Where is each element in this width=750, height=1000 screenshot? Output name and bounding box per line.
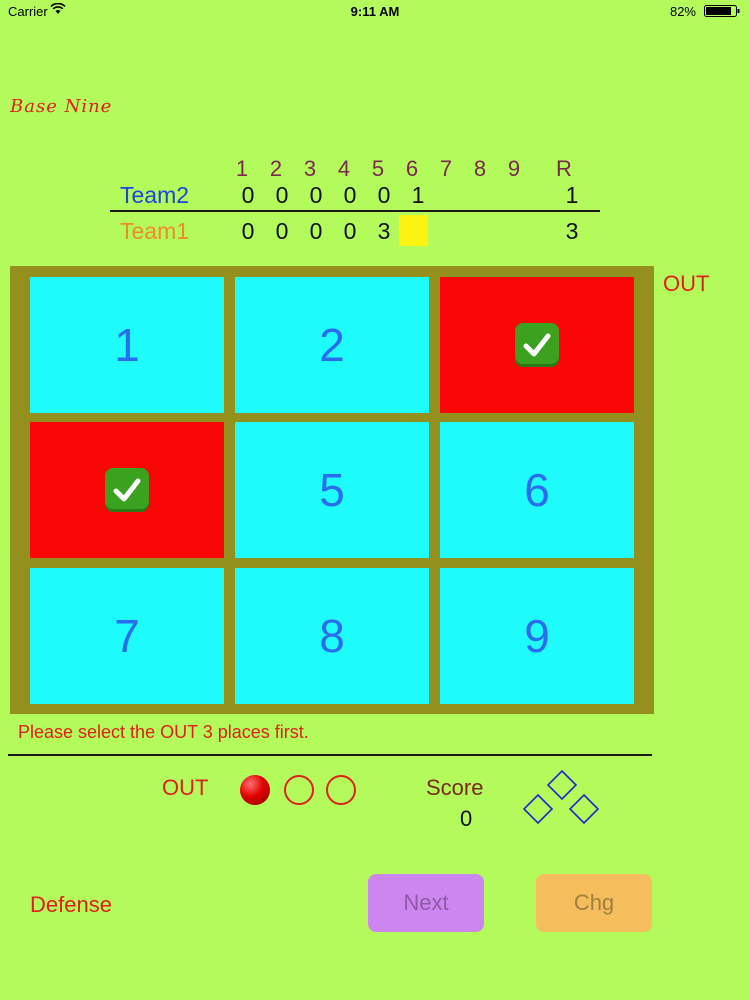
grid-tile-8[interactable]: 8	[235, 568, 429, 704]
clock: 9:11 AM	[350, 4, 400, 19]
team1-inning-1: 0	[241, 218, 255, 244]
grid-tile-7[interactable]: 7	[30, 568, 224, 704]
grid-tile-2[interactable]: 2	[235, 277, 429, 413]
check-mark-icon	[105, 468, 149, 512]
inning-header-5: 5	[371, 156, 385, 181]
grid-tile-6[interactable]: 6	[440, 422, 634, 558]
check-mark-icon	[515, 323, 559, 367]
inning-header-7: 7	[439, 156, 453, 181]
out-indicator-1-icon	[240, 775, 270, 805]
divider	[8, 754, 652, 756]
team2-total: 1	[565, 182, 579, 208]
inning-header-2: 2	[269, 156, 283, 181]
inning-header-8: 8	[473, 156, 487, 181]
team2-inning-3: 0	[309, 182, 323, 208]
team1-inning-3: 0	[309, 218, 323, 244]
team1-total: 3	[565, 218, 579, 244]
scoreboard-divider	[110, 210, 600, 212]
out-indicator-3-icon	[326, 775, 356, 805]
team2-inning-2: 0	[275, 182, 289, 208]
inning-header-6: 6	[405, 156, 419, 181]
grid-tile-5[interactable]: 5	[235, 422, 429, 558]
bases-diamond-icon	[522, 769, 600, 825]
out-indicator-2-icon	[284, 775, 314, 805]
tile-number: 9	[524, 610, 550, 662]
team2-inning-4: 0	[343, 182, 357, 208]
team2-inning-6: 1	[411, 182, 425, 208]
outs-label: OUT	[162, 775, 209, 800]
inning-header-9: 9	[507, 156, 521, 181]
team1-name: Team1	[120, 218, 190, 244]
tile-number: 5	[319, 464, 345, 516]
score-value: 0	[460, 806, 473, 831]
inning-header-3: 3	[303, 156, 317, 181]
runs-header: R	[556, 156, 572, 181]
change-button[interactable]: Chg	[536, 874, 652, 932]
mode-label: Defense	[30, 892, 112, 917]
tile-number: 6	[524, 464, 550, 516]
battery-icon	[704, 5, 740, 17]
instruction-message: Please select the OUT 3 places first.	[18, 722, 309, 742]
team2-inning-1: 0	[241, 182, 255, 208]
team1-inning-5: 3	[377, 218, 391, 244]
grid-tile-4[interactable]: 4	[30, 422, 224, 558]
tile-number: 1	[114, 319, 140, 371]
battery-percent: 82%	[669, 4, 696, 19]
team1-inning-4: 0	[343, 218, 357, 244]
grid-tile-1[interactable]: 1	[30, 277, 224, 413]
out-zone-label: OUT	[663, 271, 710, 296]
team2-inning-5: 0	[377, 182, 391, 208]
current-inning-highlight	[399, 215, 428, 246]
team2-name: Team2	[120, 182, 190, 208]
grid-tile-9[interactable]: 9	[440, 568, 634, 704]
tile-number: 7	[114, 610, 140, 662]
app-title: Base Nine	[10, 96, 113, 117]
inning-header-4: 4	[337, 156, 351, 181]
grid-tile-3[interactable]: 3	[440, 277, 634, 413]
next-button[interactable]: Next	[368, 874, 484, 932]
inning-header-1: 1	[235, 156, 249, 181]
score-label: Score	[426, 775, 484, 800]
tile-number: 8	[319, 610, 345, 662]
tile-number: 2	[319, 319, 345, 371]
status-bar: Carrier 9:11 AM 82%	[0, 0, 750, 22]
team1-inning-2: 0	[275, 218, 289, 244]
